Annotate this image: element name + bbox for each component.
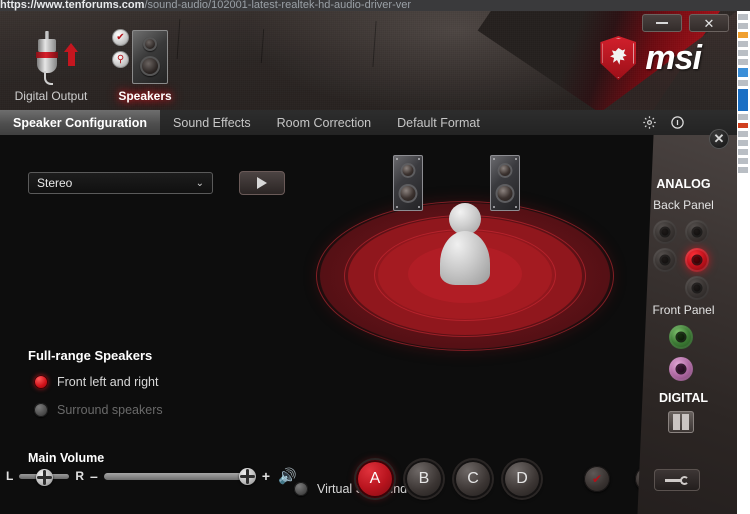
header-icon-group — [641, 114, 685, 130]
speaker-box-icon — [132, 30, 168, 84]
check-badge-icon: ✔ — [112, 29, 129, 46]
speaker-configuration-panel: Stereo ⌄ Full-range Speakers Front left … — [0, 135, 737, 514]
gear-icon[interactable] — [641, 114, 657, 130]
preset-button-a[interactable]: A — [356, 460, 394, 498]
back-jack-4-active[interactable] — [685, 248, 709, 272]
back-jack-2[interactable] — [685, 220, 709, 244]
preset-button-group: A B C D ✔ ⚲ — [356, 460, 661, 498]
volume-slider[interactable] — [103, 467, 256, 485]
balance-right-label: R — [75, 469, 85, 483]
checkbox-front-left-and-right[interactable]: Front left and right — [34, 375, 158, 389]
balance-slider-knob[interactable] — [36, 469, 54, 486]
spdif-jack-icon[interactable] — [668, 411, 694, 433]
info-icon[interactable] — [669, 114, 685, 130]
device-speakers[interactable]: ✔ ⚲ Speakers — [104, 29, 186, 103]
tab-default-format[interactable]: Default Format — [384, 110, 493, 135]
option-label: Surround speakers — [57, 403, 163, 417]
tab-bar: Speaker Configuration Sound Effects Room… — [0, 110, 737, 135]
url-path: /sound-audio/102001-latest-realtek-hd-au… — [144, 0, 412, 11]
balance-slider[interactable] — [19, 469, 70, 486]
msi-dragon-shield-icon — [600, 36, 637, 80]
tab-sound-effects[interactable]: Sound Effects — [160, 110, 264, 135]
check-icon[interactable]: ✔ — [584, 466, 610, 492]
back-jack-1[interactable] — [653, 220, 677, 244]
wrench-icon[interactable] — [654, 469, 700, 491]
speaker-cabinet-right[interactable] — [490, 155, 520, 211]
chevron-down-icon: ⌄ — [195, 177, 204, 189]
radio-indicator — [34, 403, 48, 417]
volume-decrease-button[interactable]: – — [90, 468, 98, 484]
channel-configuration-select[interactable]: Stereo ⌄ — [28, 172, 213, 194]
full-range-speakers-title: Full-range Speakers — [28, 348, 153, 363]
preset-button-b[interactable]: B — [405, 460, 443, 498]
panel-close-icon[interactable]: ✕ — [709, 129, 729, 149]
jack-panel: ANALOG Back Panel Front Panel DIGITAL — [637, 135, 737, 514]
device-label-speakers: Speakers — [118, 89, 172, 103]
front-jack-green[interactable] — [669, 325, 693, 349]
analog-section-title: ANALOG — [656, 177, 711, 191]
browser-url-bar[interactable]: https://www.tenforums.com/sound-audio/10… — [0, 0, 750, 11]
main-volume-title: Main Volume — [28, 451, 105, 465]
preset-button-c[interactable]: C — [454, 460, 492, 498]
plug-icon — [6, 29, 96, 85]
background-page-sliver — [736, 11, 750, 514]
front-panel-label: Front Panel — [652, 303, 715, 317]
main-volume-controls: L R – + 🔊 — [6, 467, 297, 486]
digital-section-title: DIGITAL — [658, 391, 709, 405]
window-controls: ✕ — [642, 14, 729, 32]
device-digital-output[interactable]: Digital Output — [6, 29, 96, 103]
radio-indicator — [34, 375, 48, 389]
play-icon — [257, 177, 267, 189]
speaker-stage-visualization — [300, 155, 620, 365]
minimize-button[interactable] — [642, 14, 682, 32]
speaker-cabinet-left[interactable] — [393, 155, 423, 211]
msi-audio-window: ✕ Digital Output ✔ ⚲ Speakers msi Speake… — [0, 11, 737, 514]
msi-wordmark: msi — [645, 38, 702, 77]
device-label-digital-output: Digital Output — [14, 89, 88, 103]
preset-button-d[interactable]: D — [503, 460, 541, 498]
url-domain: https://www.tenforums.com — [0, 0, 145, 11]
tab-room-correction[interactable]: Room Correction — [264, 110, 384, 135]
volume-speaker-icon[interactable]: 🔊 — [278, 467, 297, 485]
msi-logo: msi — [600, 36, 702, 80]
front-jack-pink[interactable] — [669, 357, 693, 381]
back-panel-label: Back Panel — [653, 198, 714, 212]
close-button[interactable]: ✕ — [689, 14, 729, 32]
tab-speaker-configuration[interactable]: Speaker Configuration — [0, 110, 161, 135]
option-label: Front left and right — [57, 375, 159, 389]
window-header: ✕ Digital Output ✔ ⚲ Speakers msi — [0, 11, 737, 110]
balance-left-label: L — [6, 469, 14, 483]
channel-configuration-value: Stereo — [37, 176, 73, 190]
listener-person-icon — [436, 203, 494, 287]
volume-slider-knob[interactable] — [238, 467, 256, 485]
play-test-button[interactable] — [239, 171, 285, 195]
back-jack-3[interactable] — [653, 248, 677, 272]
realtek-audio-console-window: https://www.tenforums.com/sound-audio/10… — [0, 0, 750, 514]
volume-increase-button[interactable]: + — [262, 468, 270, 484]
checkbox-surround-speakers[interactable]: Surround speakers — [34, 403, 163, 417]
back-jack-5[interactable] — [685, 276, 709, 300]
microphone-badge-icon: ⚲ — [112, 51, 129, 68]
